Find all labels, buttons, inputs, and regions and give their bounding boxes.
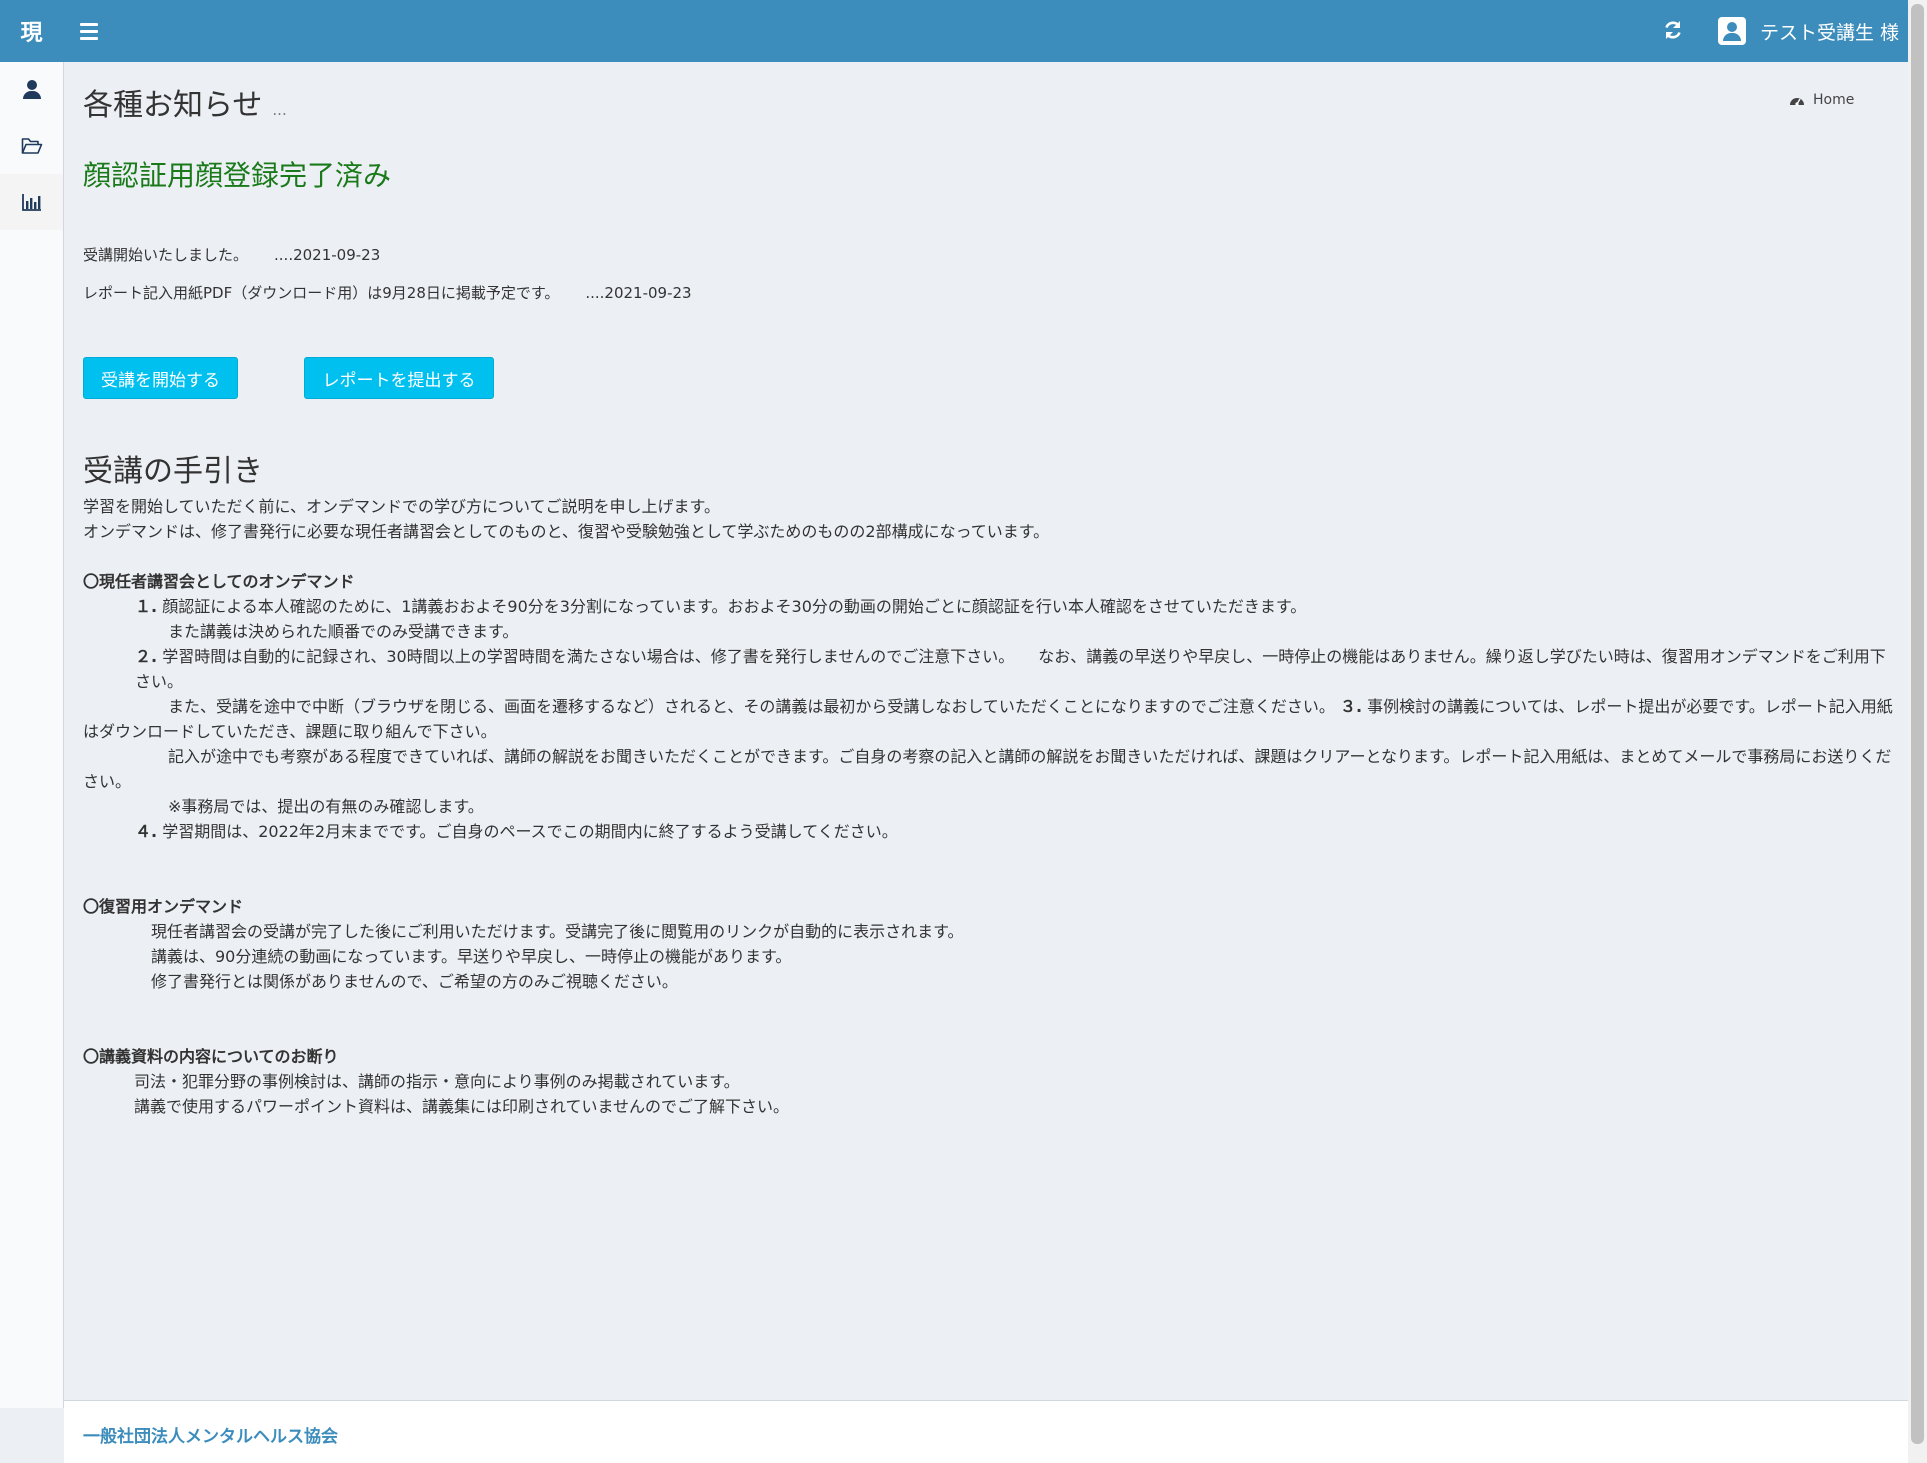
- start-course-button[interactable]: 受講を開始する: [83, 357, 238, 399]
- refresh-icon[interactable]: [1660, 17, 1686, 43]
- guide-text: 司法・犯罪分野の事例検討は、講師の指示・意向により事例のみ掲載されています。: [134, 1072, 740, 1091]
- guide-intro-1: 学習を開始していただく前に、オンデマンドでの学び方についてご説明を申し上げます。: [83, 497, 720, 516]
- guide-text: 現任者講習会の受講が完了した後にご利用いただけます。受講完了後に閲覧用のリンクが…: [151, 922, 964, 941]
- item-number: ２.: [135, 647, 158, 666]
- bar-chart-icon: [21, 194, 41, 211]
- page-title: 各種お知らせ...: [83, 80, 287, 124]
- guide-text: また講義は決められた順番でのみ受講できます。: [168, 622, 519, 641]
- folder-open-icon: [21, 138, 42, 154]
- section-heading-review: 〇復習用オンデマンド: [83, 897, 244, 916]
- user-avatar-icon: [1718, 17, 1746, 45]
- sidebar-item-files[interactable]: [0, 118, 63, 174]
- guide-item-4: ４. 学習期間は、2022年2月末までです。ご自身のペースでこの期間内に終了する…: [83, 819, 1893, 844]
- guide-text: ※事務局では、提出の有無のみ確認します。: [168, 797, 484, 816]
- sidebar: [0, 62, 64, 1408]
- guide-intro-2: オンデマンドは、修了書発行に必要な現任者講習会としてのものと、復習や受験勉強とし…: [83, 522, 1050, 541]
- dashboard-icon: [1790, 97, 1804, 106]
- user-menu[interactable]: テスト受講生 様: [1718, 0, 1899, 62]
- guide-text: 修了書発行とは関係がありませんので、ご希望の方のみご視聴ください。: [151, 972, 678, 991]
- guide-text: 学習時間は自動的に記録され、30時間以上の学習時間を満たさない場合は、修了書を発…: [135, 647, 1886, 691]
- breadcrumb-home[interactable]: Home: [1813, 92, 1854, 108]
- guide-text: 学習期間は、2022年2月末までです。ご自身のペースでこの期間内に終了するよう受…: [162, 822, 898, 841]
- notice-date: ....2021-09-23: [274, 246, 381, 264]
- top-navbar: 現 テスト受講生 様: [0, 0, 1908, 62]
- main-content: 各種お知らせ... Home 顔認証用顔登録完了済み 受講開始いたしました。..…: [64, 62, 1908, 1400]
- guide-item-2: ２. 学習時間は自動的に記録され、30時間以上の学習時間を満たさない場合は、修了…: [83, 644, 1893, 694]
- page-scrollbar[interactable]: [1908, 0, 1927, 1462]
- guide-text: 顔認証による本人確認のために、1講義おおよそ90分を3分割になっています。おおよ…: [162, 597, 1307, 616]
- footer: 一般社団法人メンタルヘルス協会: [64, 1400, 1908, 1463]
- menu-toggle-icon[interactable]: [80, 20, 98, 42]
- scrollbar-thumb[interactable]: [1911, 4, 1924, 1444]
- item-number: ４.: [135, 822, 158, 841]
- person-icon: [22, 80, 41, 100]
- section-heading-live: 〇現任者講習会としてのオンデマンド: [83, 572, 355, 591]
- guide-text: また、受講を途中で中断（ブラウザを閉じる、画面を遷移するなど）されると、その講義…: [168, 697, 1335, 716]
- user-name: テスト受講生 様: [1760, 21, 1900, 44]
- item-number: １.: [135, 597, 158, 616]
- notice-date: ....2021-09-23: [585, 284, 692, 302]
- sidebar-item-stats[interactable]: [0, 174, 63, 230]
- breadcrumb[interactable]: Home: [1789, 92, 1854, 108]
- course-guide: 学習を開始していただく前に、オンデマンドでの学び方についてご説明を申し上げます。…: [83, 494, 1893, 1119]
- guide-text: 記入が途中でも考察がある程度できていれば、講師の解説をお聞きいただくことができま…: [83, 747, 1892, 791]
- submit-report-button[interactable]: レポートを提出する: [304, 357, 494, 399]
- guide-text: 講義で使用するパワーポイント資料は、講義集には印刷されていませんのでご了解下さい…: [134, 1097, 790, 1116]
- notice-text: レポート記入用紙PDF（ダウンロード用）は9月28日に掲載予定です。: [83, 284, 560, 302]
- page-title-suffix: ...: [272, 101, 287, 119]
- app-logo[interactable]: 現: [0, 0, 63, 62]
- guide-text: 講義は、90分連続の動画になっています。早送りや早戻し、一時停止の機能があります…: [151, 947, 792, 966]
- notice-text: 受講開始いたしました。: [83, 246, 249, 264]
- page-title-text: 各種お知らせ: [83, 88, 263, 123]
- guide-item-3: また、受講を途中で中断（ブラウザを閉じる、画面を遷移するなど）されると、その講義…: [83, 694, 1893, 744]
- guide-item-1: １. 顔認証による本人確認のために、1講義おおよそ90分を3分割になっています。…: [83, 594, 1893, 619]
- footer-org-link[interactable]: 一般社団法人メンタルヘルス協会: [83, 1422, 338, 1447]
- notice-item: 受講開始いたしました。 ....2021-09-23: [83, 244, 380, 265]
- section-heading-materials: 〇講義資料の内容についてのお断り: [83, 1047, 339, 1066]
- logo-text: 現: [20, 21, 43, 46]
- item-number: ３.: [1339, 697, 1363, 716]
- sidebar-item-profile[interactable]: [0, 62, 63, 118]
- notice-item: レポート記入用紙PDF（ダウンロード用）は9月28日に掲載予定です。 ....20…: [83, 282, 692, 303]
- guide-title: 受講の手引き: [83, 454, 263, 489]
- face-registration-status: 顔認証用顔登録完了済み: [83, 159, 392, 192]
